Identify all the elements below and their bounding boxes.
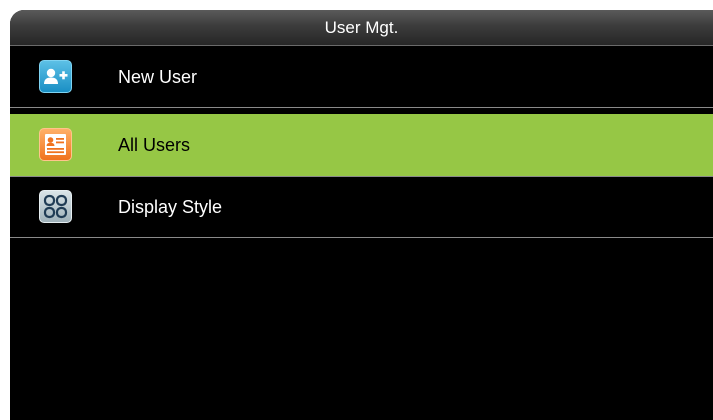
menu-item-new-user[interactable]: New User <box>10 46 713 108</box>
menu-item-label: Display Style <box>118 197 223 217</box>
user-list-icon <box>39 128 72 161</box>
menu-item-label: All Users <box>118 135 191 155</box>
menu-item-label: New User <box>118 67 198 87</box>
menu-bottom-divider <box>10 237 713 238</box>
menu-item-display-style[interactable]: Display Style <box>10 176 713 238</box>
device-screen: User Mgt. New User All Users Display Sty… <box>10 10 713 420</box>
menu-item-all-users[interactable]: All Users <box>10 114 713 177</box>
title-bar: User Mgt. <box>10 10 713 46</box>
add-user-icon <box>39 60 72 93</box>
page-title: User Mgt. <box>324 18 399 37</box>
display-style-icon <box>39 190 72 223</box>
